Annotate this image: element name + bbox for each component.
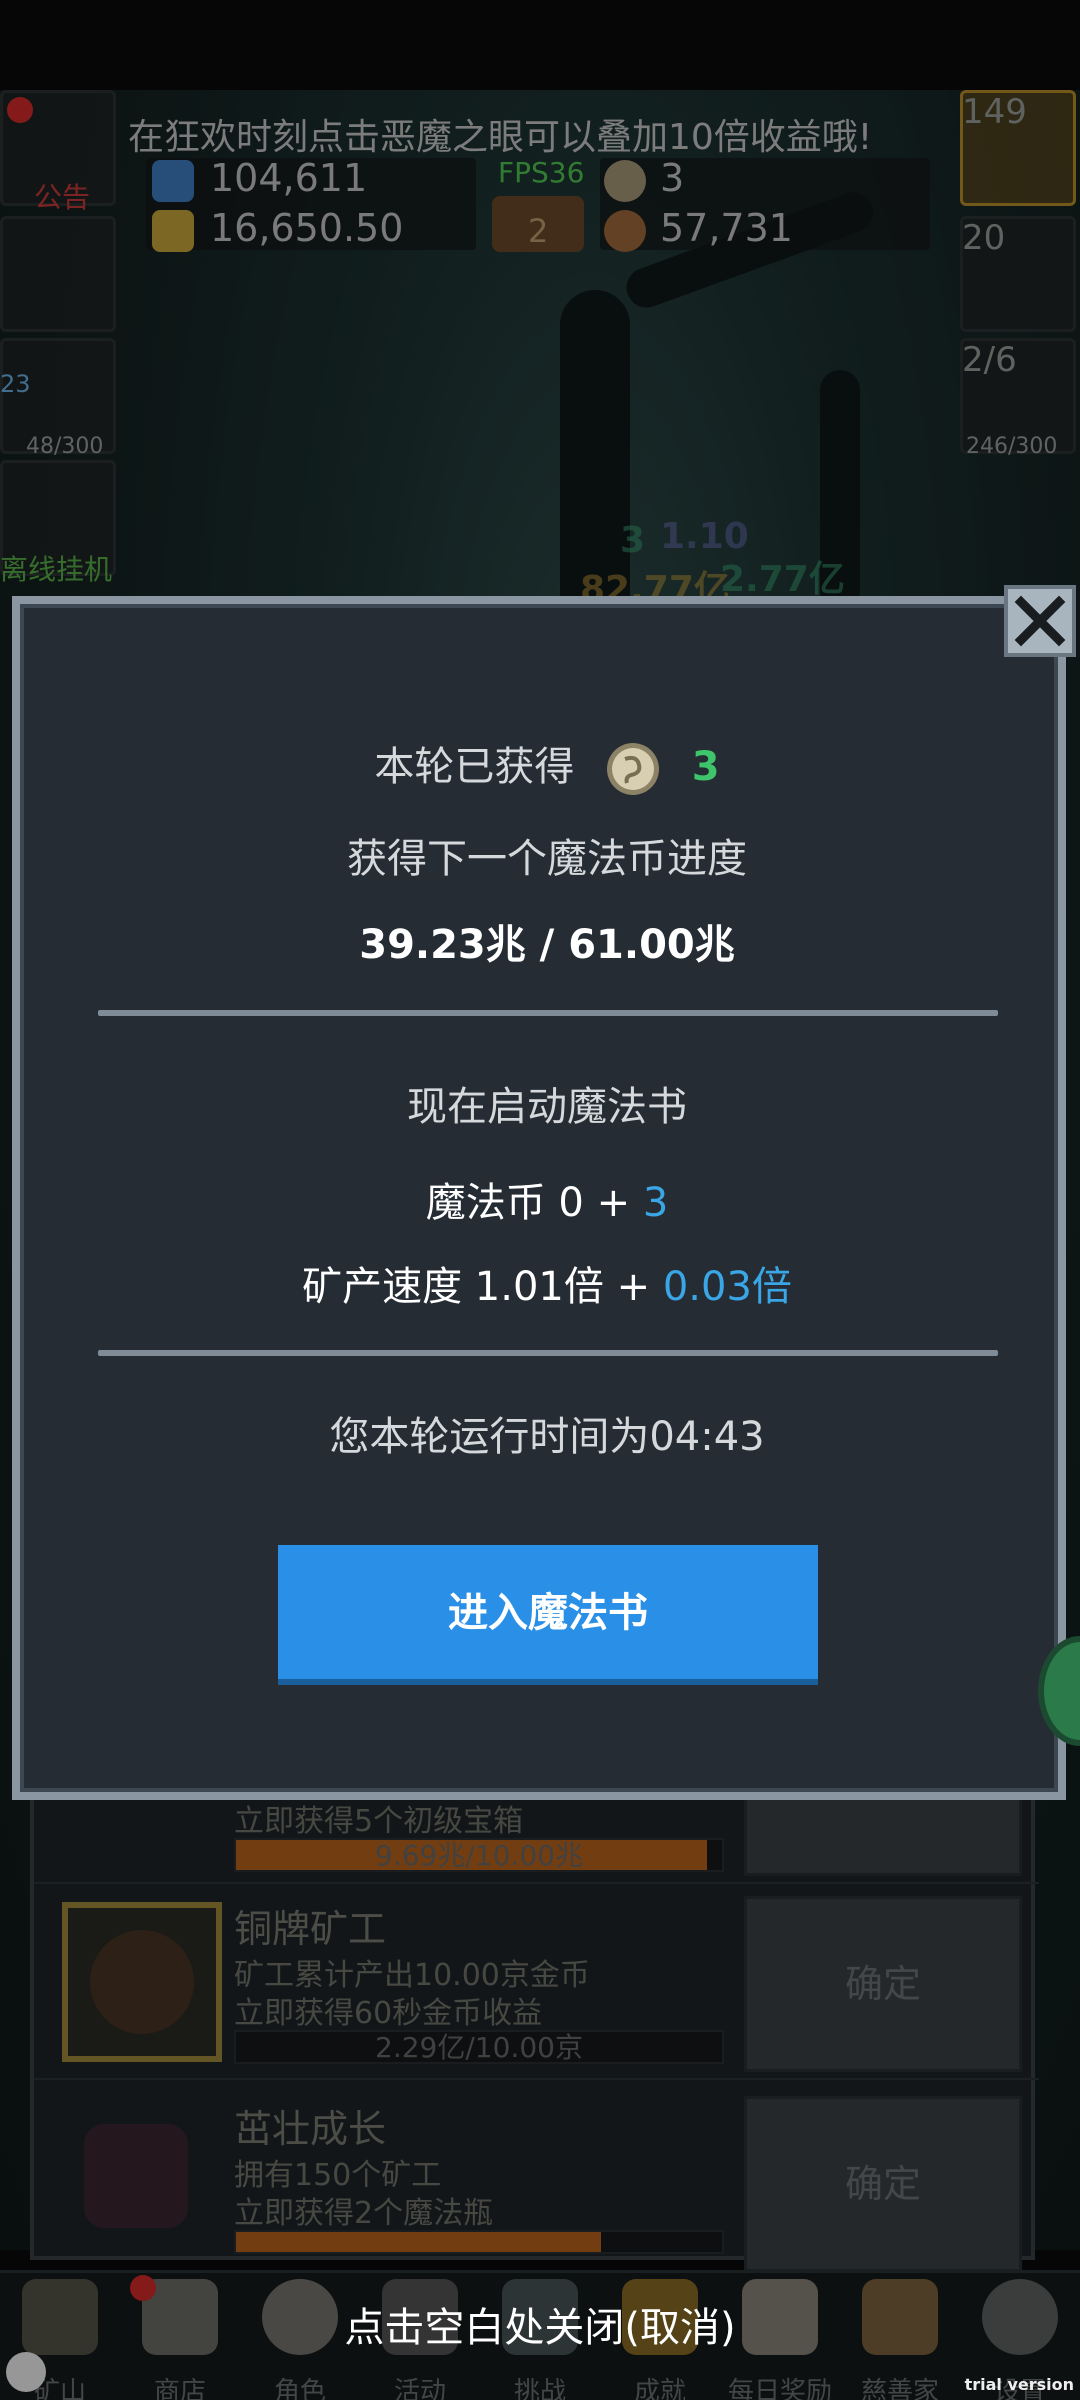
close-icon xyxy=(1014,595,1066,647)
next-coin-progress-label: 获得下一个魔法币进度 xyxy=(347,836,747,882)
magic-book-dialog: 本轮已获得 3 获得下一个魔法币进度 39.23兆 / 61.00兆 现在启动魔… xyxy=(12,596,1066,1800)
divider xyxy=(98,1350,998,1356)
magic-coin-gain-row: 魔法币 0 + 3 xyxy=(20,1170,1074,1228)
round-earned-label: 本轮已获得 xyxy=(374,744,575,790)
mine-speed-label: 矿产速度 1.01倍 + xyxy=(302,1264,663,1310)
tap-outside-to-close-hint: 点击空白处关闭(取消) xyxy=(344,2305,736,2351)
coin-progress-value: 39.23兆 / 61.00兆 xyxy=(359,922,735,968)
divider xyxy=(98,1010,998,1016)
trial-watermark: trial version xyxy=(964,2375,1074,2394)
round-earned-value: 3 xyxy=(691,744,720,790)
magic-coin-label: 魔法币 0 + xyxy=(425,1180,643,1226)
magic-coin-bonus: 3 xyxy=(642,1180,669,1226)
close-dialog-button[interactable] xyxy=(1004,585,1076,657)
mine-speed-bonus: 0.03倍 xyxy=(662,1264,792,1310)
start-book-label: 现在启动魔法书 xyxy=(407,1084,687,1130)
magic-coin-icon xyxy=(607,743,660,795)
game-screen: 在狂欢时刻点击恶魔之眼可以叠加10倍收益哦! 104,611 16,650.50… xyxy=(0,0,1080,2400)
runtime-text: 您本轮运行时间为04:43 xyxy=(329,1414,765,1460)
enter-magic-book-button[interactable]: 进入魔法书 xyxy=(278,1545,818,1685)
mine-speed-row: 矿产速度 1.01倍 + 0.03倍 xyxy=(20,1254,1074,1312)
round-earned-row: 本轮已获得 3 xyxy=(20,734,1074,797)
